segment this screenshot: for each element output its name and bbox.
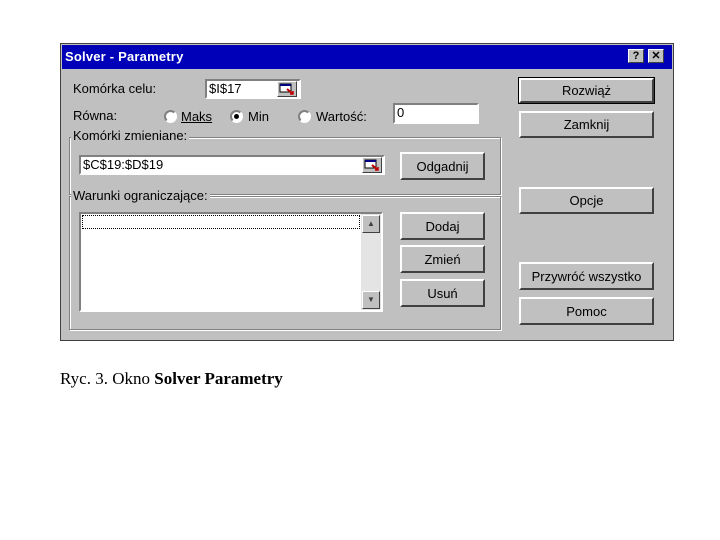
caption-bold: Solver Parametry [154, 369, 283, 388]
radio-min[interactable] [230, 110, 243, 123]
reset-all-button[interactable]: Przywróć wszystko [519, 262, 654, 290]
radio-value-label[interactable]: Wartość: [316, 109, 367, 124]
guess-button[interactable]: Odgadnij [400, 152, 485, 180]
value-input[interactable]: 0 [393, 103, 479, 124]
solver-dialog: Solver - Parametry ? ✕ Komórka celu: $I$… [60, 43, 674, 341]
collapse-dialog-icon[interactable] [362, 157, 382, 173]
target-cell-label: Komórka celu: [73, 81, 157, 96]
dialog-title: Solver - Parametry [65, 49, 184, 64]
solve-button[interactable]: Rozwiąż [518, 77, 655, 104]
figure-caption: Ryc. 3. Okno Solver Parametry [60, 369, 283, 389]
change-button[interactable]: Zmień [400, 245, 485, 273]
help-button[interactable]: Pomoc [519, 297, 654, 325]
close-button[interactable]: Zamknij [519, 111, 654, 138]
changing-cells-input[interactable]: $C$19:$D$19 [79, 155, 385, 175]
scroll-up-icon[interactable]: ▲ [362, 215, 380, 233]
help-icon[interactable]: ? [628, 49, 644, 63]
caption-text: Ryc. 3. Okno [60, 369, 155, 388]
radio-min-label[interactable]: Min [248, 109, 269, 124]
options-button[interactable]: Opcje [519, 187, 654, 214]
radio-value[interactable] [298, 110, 311, 123]
list-item-focus[interactable] [82, 215, 360, 229]
scroll-down-icon[interactable]: ▼ [362, 291, 380, 309]
constraints-legend: Warunki ograniczające: [71, 188, 210, 203]
radio-max[interactable] [164, 110, 177, 123]
collapse-dialog-icon[interactable] [277, 81, 297, 97]
add-button[interactable]: Dodaj [400, 212, 485, 240]
constraints-list[interactable]: ▲ ▼ [79, 212, 383, 312]
radio-max-label[interactable]: Maks [181, 109, 212, 124]
equal-to-label: Równa: [73, 108, 118, 123]
title-bar[interactable]: Solver - Parametry ? ✕ [62, 45, 672, 69]
delete-button[interactable]: Usuń [400, 279, 485, 307]
changing-cells-legend: Komórki zmieniane: [71, 128, 190, 143]
close-icon[interactable]: ✕ [648, 49, 664, 63]
scrollbar[interactable]: ▲ ▼ [361, 214, 381, 310]
